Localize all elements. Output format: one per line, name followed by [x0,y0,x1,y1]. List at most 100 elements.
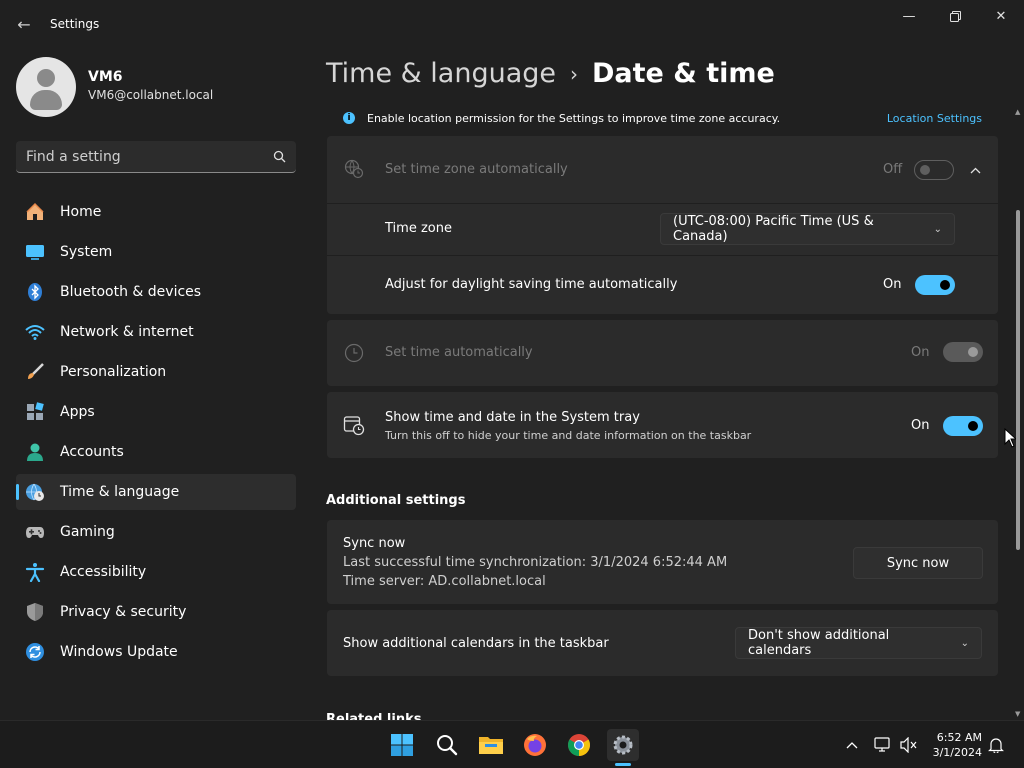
scroll-up-icon[interactable]: ▲ [1015,108,1020,116]
sidebar-item-label: Accessibility [60,564,147,580]
sidebar-item-label: Home [60,204,102,220]
bluetooth-icon [24,281,46,303]
close-button[interactable]: ✕ [978,0,1024,32]
user-profile[interactable]: VM6 VM6@collabnet.local [16,57,213,117]
time-zone-dropdown[interactable]: (UTC-08:00) Pacific Time (US & Canada) ⌄ [660,213,955,245]
sidebar-item-label: Windows Update [60,644,178,660]
sidebar-item-network[interactable]: Network & internet [16,314,296,350]
additional-settings-heading: Additional settings [326,493,466,508]
maximize-button[interactable] [932,0,978,32]
sidebar-item-gaming[interactable]: Gaming [16,514,296,550]
title-bar: ← Settings — ✕ [0,0,1024,48]
time-server-text: Time server: AD.collabnet.local [343,574,546,589]
clock-icon [343,342,365,364]
scrollbar[interactable]: ▲ ▼ [1014,108,1022,718]
sidebar-item-time-language[interactable]: Time & language [16,474,296,510]
sidebar-item-accessibility[interactable]: Accessibility [16,554,296,590]
breadcrumb-parent[interactable]: Time & language [326,58,556,89]
notification-bell-icon[interactable] [986,735,1006,755]
sidebar-item-personalization[interactable]: Personalization [16,354,296,390]
clock-time: 6:52 AM [936,731,982,744]
set-time-zone-auto-state: Off [883,162,903,177]
set-time-zone-auto-toggle[interactable] [914,160,954,180]
active-app-indicator [615,763,631,766]
chevron-up-icon[interactable] [842,735,862,755]
system-tray-state: On [911,418,930,433]
sync-now-card: Sync now Last successful time synchroniz… [327,520,998,604]
start-button[interactable] [386,729,418,761]
sync-now-title: Sync now [343,536,406,551]
time-zone-value: (UTC-08:00) Pacific Time (US & Canada) [673,214,874,244]
search-box[interactable] [16,141,296,173]
minimize-button[interactable]: — [886,0,932,32]
location-info-bar: i Enable location permission for the Set… [326,104,998,132]
sidebar-item-label: Personalization [60,364,167,380]
sync-now-button[interactable]: Sync now [853,547,983,579]
system-tray-toggle[interactable] [943,416,983,436]
avatar [16,57,76,117]
firefox-button[interactable] [519,729,551,761]
minimize-icon: — [902,8,916,24]
gear-icon [613,735,633,755]
scroll-down-icon[interactable]: ▼ [1015,710,1020,718]
person-icon [24,441,46,463]
search-icon [437,735,458,756]
set-time-zone-auto-label: Set time zone automatically [385,162,568,177]
search-icon[interactable] [272,150,286,164]
chevron-down-icon: ⌄ [960,637,969,649]
time-zone-row: Time zone (UTC-08:00) Pacific Time (US &… [327,204,998,256]
profile-name: VM6 [88,68,123,85]
taskbar: 6:52 AM 3/1/2024 [0,720,1024,768]
daylight-saving-toggle[interactable] [915,275,955,295]
arrow-left-icon: ← [17,14,31,34]
sidebar-item-privacy-security[interactable]: Privacy & security [16,594,296,630]
additional-calendars-label: Show additional calendars in the taskbar [343,636,609,651]
system-tray-subtitle: Turn this off to hide your time and date… [385,429,752,442]
chevron-up-icon[interactable] [967,160,983,180]
taskbar-search-button[interactable] [431,729,463,761]
system-tray-card: Show time and date in the System tray Tu… [327,392,998,458]
close-icon: ✕ [995,8,1007,24]
additional-calendars-dropdown[interactable]: Don't show additional calendars ⌄ [735,627,982,659]
location-settings-link[interactable]: Location Settings [887,112,982,125]
sidebar-item-system[interactable]: System [16,234,296,270]
brush-icon [24,361,46,383]
taskbar-clock[interactable]: 6:52 AM 3/1/2024 [926,730,982,760]
sidebar-item-label: Accounts [60,444,124,460]
daylight-saving-row: Adjust for daylight saving time automati… [327,256,998,314]
info-text: Enable location permission for the Setti… [367,111,781,125]
set-time-auto-toggle[interactable] [943,342,983,362]
profile-email: VM6@collabnet.local [88,87,214,102]
additional-calendars-value: Don't show additional calendars [748,628,890,658]
clock-date: 3/1/2024 [932,746,982,759]
sidebar-item-apps[interactable]: Apps [16,394,296,430]
file-explorer-button[interactable] [475,729,507,761]
sidebar-item-label: Network & internet [60,324,194,340]
sidebar-item-label: Bluetooth & devices [60,284,202,300]
search-input[interactable] [26,148,272,165]
sidebar-item-home[interactable]: Home [16,194,296,230]
sidebar-item-label: Time & language [60,484,180,500]
back-button[interactable]: ← [10,10,38,38]
update-icon [24,641,46,663]
firefox-icon [524,734,546,756]
settings-app-button[interactable] [607,729,639,761]
chevron-down-icon: ⌄ [933,223,942,235]
apps-icon [24,401,46,423]
scrollbar-thumb[interactable] [1016,210,1020,550]
chrome-button[interactable] [563,729,595,761]
globe-clock-icon [24,481,46,503]
accessibility-icon [24,561,46,583]
system-tray-label: Show time and date in the System tray [385,410,640,425]
network-icon[interactable] [873,735,893,755]
sidebar-item-accounts[interactable]: Accounts [16,434,296,470]
additional-calendars-card: Show additional calendars in the taskbar… [327,610,998,676]
sidebar-item-bluetooth[interactable]: Bluetooth & devices [16,274,296,310]
chevron-right-icon: › [570,61,579,86]
volume-muted-icon[interactable] [899,735,919,755]
folder-icon [479,737,503,754]
set-time-zone-auto-row: Set time zone automatically Off [327,136,998,204]
page-title: Date & time [592,58,775,89]
calendar-clock-icon [343,414,365,436]
sidebar-item-windows-update[interactable]: Windows Update [16,634,296,670]
